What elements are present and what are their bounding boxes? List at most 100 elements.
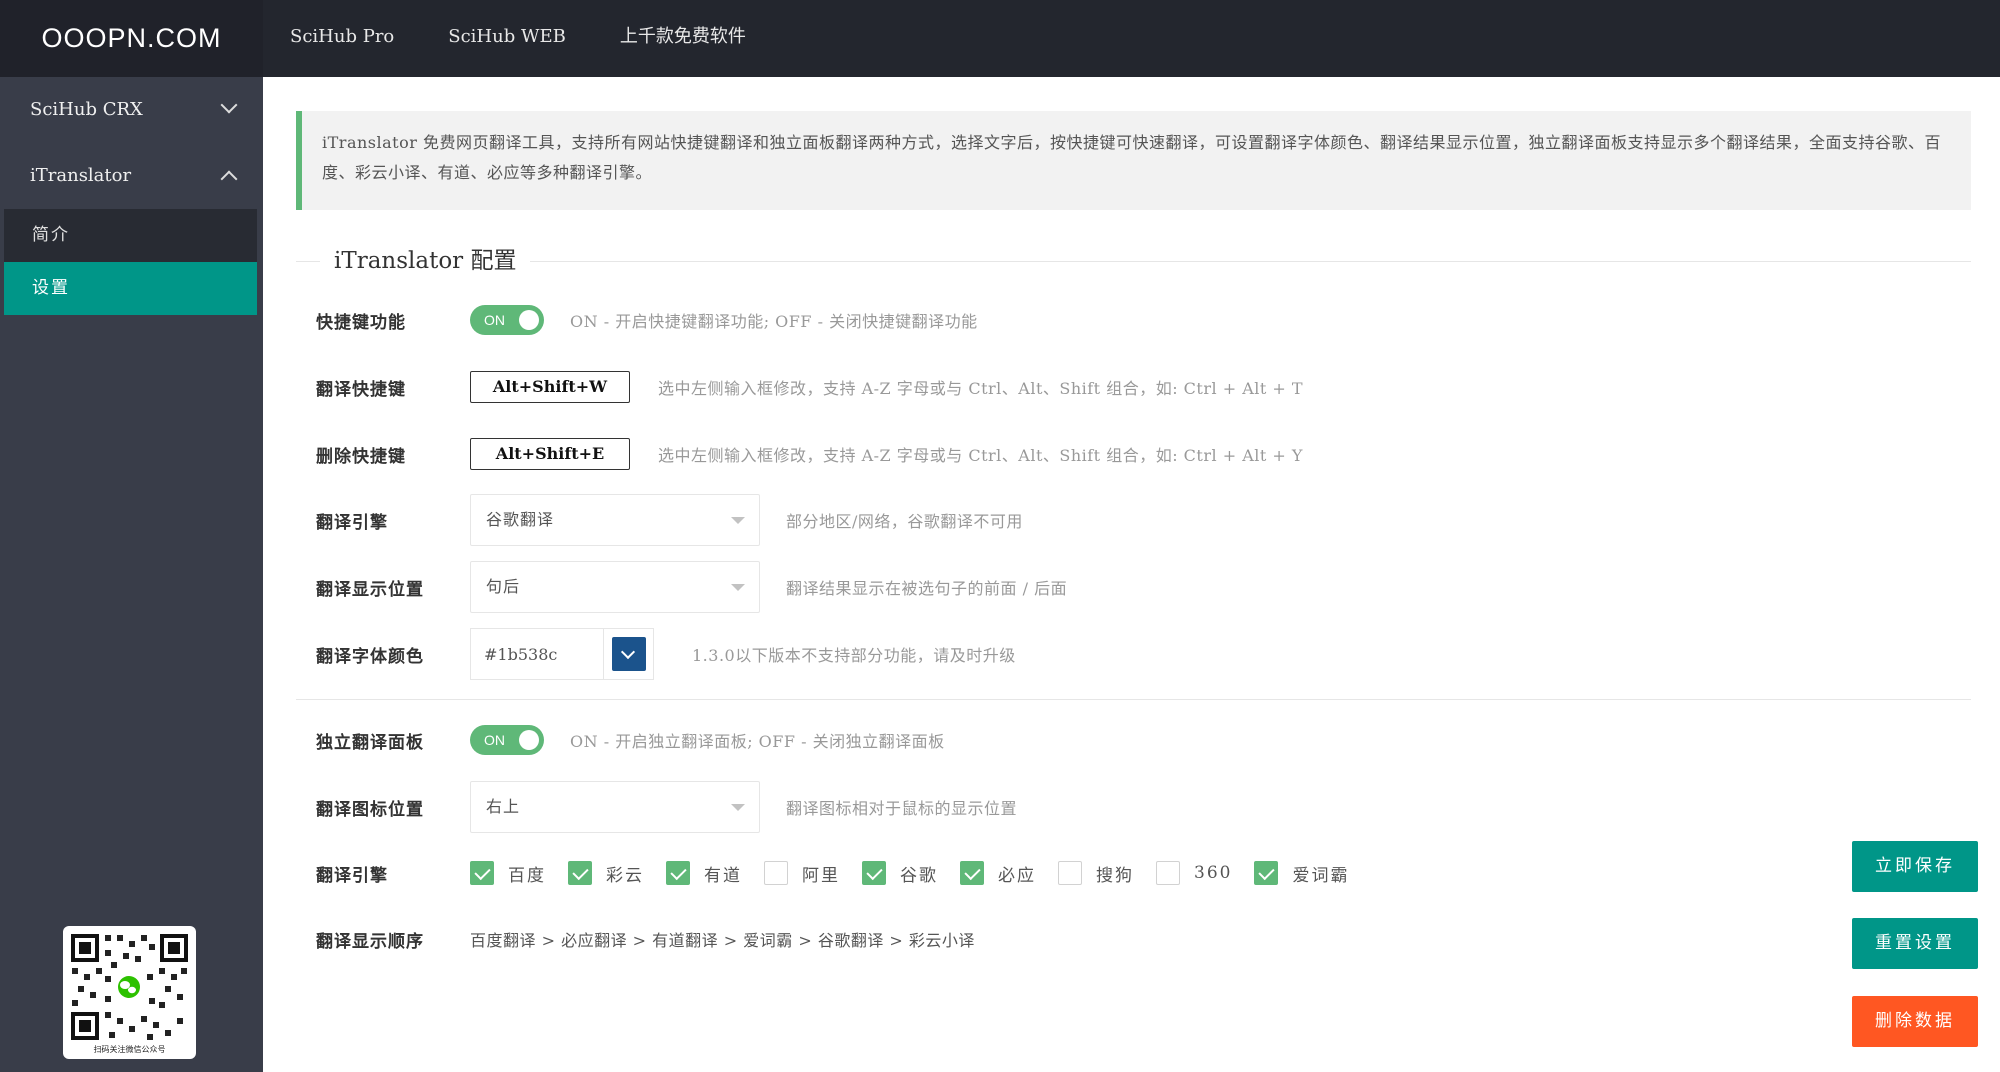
checkbox [1254,861,1279,885]
caret-down-icon [731,804,745,811]
toggle-state: ON [484,312,505,328]
engine-checkbox-iciba[interactable]: 爱词霸 [1254,861,1349,886]
panel-toggle[interactable]: ON [470,725,544,755]
checkbox [764,861,788,885]
top-nav: SciHub Pro SciHub WEB 上千款免费软件 [263,0,773,77]
field-hint: ON - 开启独立翻译面板; OFF - 关闭独立翻译面板 [570,732,945,751]
top-bar: OOOPN.COM SciHub Pro SciHub WEB 上千款免费软件 [0,0,2000,77]
engine-checkbox-ali[interactable]: 阿里 [764,861,840,886]
field-label: 翻译引擎 [316,512,388,533]
row-icon-position: 翻译图标位置 右上 翻译图标相对于鼠标的显示位置 [316,781,1017,833]
wechat-qr-code: 扫码关注微信公众号 [63,926,196,1059]
row-engines: 翻译引擎 百度 彩云 有道 阿里 谷歌 必应 搜狗 360 爱词霸 [316,853,1371,893]
checkbox [568,861,592,885]
row-delete-hotkey: 删除快捷键 Alt+Shift+E 选中左侧输入框修改，支持 A-Z 字母或与 … [316,434,1303,474]
select-value: 谷歌翻译 [486,510,555,529]
checkbox-label: 有道 [704,865,742,886]
checkbox-label: 搜狗 [1096,865,1134,886]
chevron-down-icon [220,96,238,114]
field-label: 翻译显示顺序 [316,931,424,952]
checkbox [1156,861,1180,885]
sidebar-group-scihub-crx[interactable]: SciHub CRX [0,77,263,143]
engine-checkbox-google[interactable]: 谷歌 [862,861,938,886]
row-translate-hotkey: 翻译快捷键 Alt+Shift+W 选中左侧输入框修改，支持 A-Z 字母或与 … [316,367,1303,407]
toggle-knob [519,730,539,750]
field-label: 翻译图标位置 [316,799,424,820]
config-fieldset-title: iTranslator 配置 [296,237,1971,285]
checkbox [862,861,886,885]
nav-scihub-pro[interactable]: SciHub Pro [263,0,421,77]
checkbox-label: 百度 [508,865,546,886]
select-value: 句后 [486,577,521,596]
checkbox-label: 爱词霸 [1292,865,1350,886]
row-engine: 翻译引擎 谷歌翻译 部分地区/网络，谷歌翻译不可用 [316,494,1023,546]
display-order-list[interactable]: 百度翻译 > 必应翻译 > 有道翻译 > 爱词霸 > 谷歌翻译 > 彩云小译 [470,927,975,951]
toggle-state: ON [484,732,505,748]
field-label: 独立翻译面板 [316,732,424,753]
nav-free-software[interactable]: 上千款免费软件 [593,0,773,77]
display-position-select[interactable]: 句后 [470,561,760,613]
page-title: iTranslator 配置 [320,237,531,285]
caret-down-icon [731,584,745,591]
delete-data-button[interactable]: 删除数据 [1852,996,1978,1047]
site-logo[interactable]: OOOPN.COM [0,0,263,77]
qr-code-icon [69,932,190,1042]
reset-button[interactable]: 重置设置 [1852,918,1978,969]
qr-caption: 扫码关注微信公众号 [93,1045,166,1054]
field-label: 翻译显示位置 [316,579,424,600]
row-hotkey-feature: 快捷键功能 ON ON - 开启快捷键翻译功能; OFF - 关闭快捷键翻译功能 [316,300,978,340]
sidebar-group-label: SciHub CRX [30,99,143,120]
chevron-up-icon [220,170,238,188]
checkbox-label: 彩云 [606,865,644,886]
engine-checkbox-youdao[interactable]: 有道 [666,861,742,886]
field-label: 翻译字体颜色 [316,646,424,667]
select-value: 右上 [486,797,521,816]
field-hint: 1.3.0以下版本不支持部分功能，请及时升级 [692,646,1016,665]
section-divider [296,699,1971,700]
color-picker-wrap [603,628,654,680]
engine-checkbox-360[interactable]: 360 [1156,861,1232,885]
engine-checkbox-baidu[interactable]: 百度 [470,861,546,886]
hotkey-feature-toggle[interactable]: ON [470,305,544,335]
font-color-input[interactable] [470,628,603,680]
field-hint: 选中左侧输入框修改，支持 A-Z 字母或与 Ctrl、Alt、Shift 组合，… [658,446,1303,465]
chevron-down-icon [620,644,635,660]
nav-scihub-web[interactable]: SciHub WEB [421,0,593,77]
engine-checkbox-caiyun[interactable]: 彩云 [568,861,644,886]
engine-checkbox-group: 百度 彩云 有道 阿里 谷歌 必应 搜狗 360 爱词霸 [470,861,1371,886]
field-hint: 部分地区/网络，谷歌翻译不可用 [786,512,1023,531]
sidebar-item-settings[interactable]: 设置 [4,262,257,315]
row-display-position: 翻译显示位置 句后 翻译结果显示在被选句子的前面 / 后面 [316,561,1067,613]
row-panel: 独立翻译面板 ON ON - 开启独立翻译面板; OFF - 关闭独立翻译面板 [316,720,945,760]
checkbox [666,861,690,885]
checkbox [1058,861,1082,885]
toggle-knob [519,310,539,330]
sidebar-submenu: 简介 设置 [4,209,257,315]
field-hint: 翻译结果显示在被选句子的前面 / 后面 [786,579,1068,598]
field-label: 翻译快捷键 [316,379,406,400]
sidebar-group-label: iTranslator [30,165,132,186]
field-label: 删除快捷键 [316,446,406,467]
row-order: 翻译显示顺序 百度翻译 > 必应翻译 > 有道翻译 > 爱词霸 > 谷歌翻译 >… [316,919,975,959]
checkbox-label: 必应 [998,865,1036,886]
engine-checkbox-bing[interactable]: 必应 [960,861,1036,886]
sidebar-item-intro[interactable]: 简介 [4,209,257,262]
save-button[interactable]: 立即保存 [1852,841,1978,892]
sidebar-group-itranslator[interactable]: iTranslator [0,143,263,209]
sidebar: SciHub CRX iTranslator 简介 设置 扫码关注微信公众号 [0,77,263,1072]
checkbox-label: 谷歌 [900,865,938,886]
color-picker-button[interactable] [611,637,646,671]
engine-select[interactable]: 谷歌翻译 [470,494,760,546]
field-hint: 选中左侧输入框修改，支持 A-Z 字母或与 Ctrl、Alt、Shift 组合，… [658,379,1304,398]
engine-checkbox-sogou[interactable]: 搜狗 [1058,861,1134,886]
translate-hotkey-input[interactable]: Alt+Shift+W [470,371,630,403]
field-hint: 翻译图标相对于鼠标的显示位置 [786,799,1018,818]
field-label: 快捷键功能 [316,312,406,333]
field-hint: ON - 开启快捷键翻译功能; OFF - 关闭快捷键翻译功能 [570,312,978,331]
checkbox [470,861,494,885]
caret-down-icon [731,517,745,524]
icon-position-select[interactable]: 右上 [470,781,760,833]
main-content: iTranslator 免费网页翻译工具，支持所有网站快捷键翻译和独立面板翻译两… [263,77,2000,1072]
title-divider [296,261,1971,262]
delete-hotkey-input[interactable]: Alt+Shift+E [470,438,630,470]
